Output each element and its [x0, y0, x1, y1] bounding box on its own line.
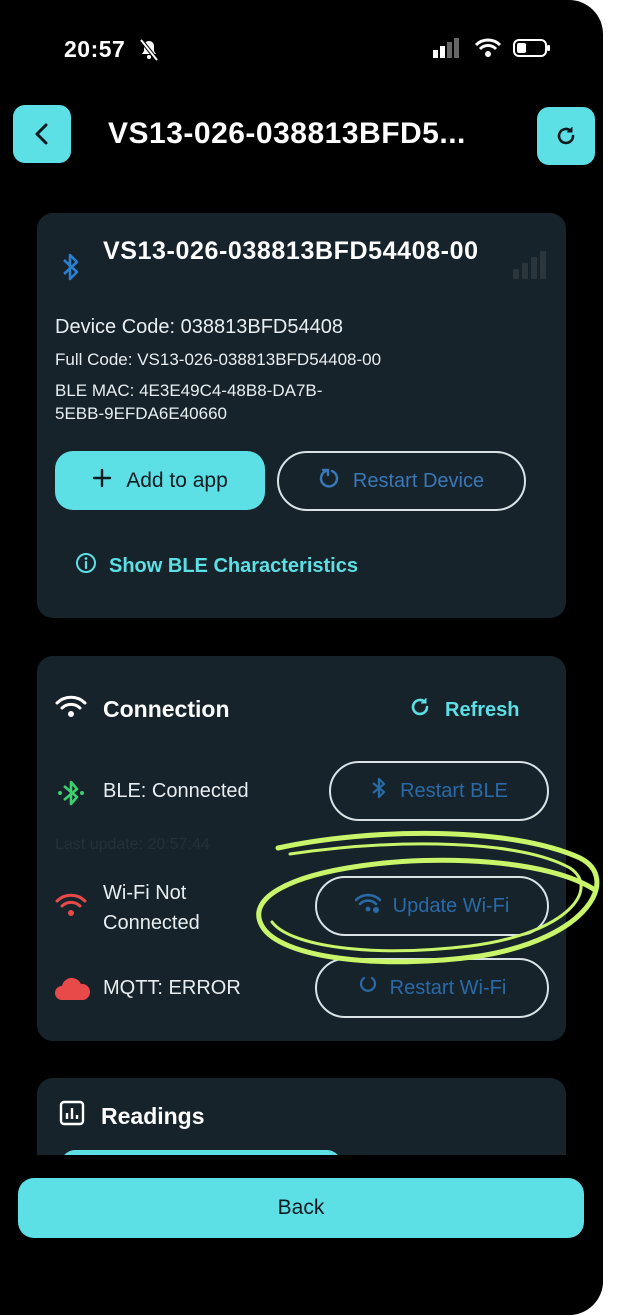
restart-wifi-label: Restart Wi-Fi	[389, 976, 507, 999]
status-time: 20:57	[64, 36, 126, 62]
restart-icon	[319, 467, 341, 495]
bluetooth-icon	[59, 251, 83, 288]
refresh-icon-button[interactable]	[537, 107, 595, 165]
signal-strength-icon	[511, 249, 549, 284]
connection-title: Connection	[103, 695, 230, 722]
chevron-left-icon	[35, 123, 48, 145]
cloud-error-icon	[53, 976, 91, 1007]
ble-status: BLE: Connected	[103, 780, 249, 802]
wifi-off-icon	[55, 892, 87, 923]
info-icon	[75, 552, 97, 580]
device-card: VS13-026-038813BFD54408-00 Device Code: …	[37, 213, 566, 618]
cellular-icon	[433, 38, 463, 63]
add-to-app-button[interactable]: Add to app	[55, 451, 265, 510]
wifi-status: Wi-Fi Not Connected	[103, 882, 200, 934]
connection-refresh-button[interactable]: Refresh	[409, 696, 519, 724]
restart-device-label: Restart Device	[352, 469, 485, 492]
back-button[interactable]: Back	[18, 1178, 584, 1238]
back-icon-button[interactable]	[13, 105, 71, 163]
bluetooth-icon	[370, 776, 388, 806]
top-bar: VS13-026-038813BFD5...	[0, 105, 603, 167]
refresh-label: Refresh	[445, 698, 520, 721]
show-ble-characteristics-link[interactable]: Show BLE Characteristics	[75, 552, 358, 580]
connection-header: Connection	[55, 694, 230, 724]
bluetooth-connected-icon	[57, 778, 85, 813]
status-icons	[433, 38, 551, 63]
page-title: VS13-026-038813BFD5...	[108, 117, 466, 150]
battery-icon	[513, 38, 551, 63]
full-code: Full Code: VS13-026-038813BFD54408-00	[55, 350, 382, 369]
back-label: Back	[277, 1196, 325, 1219]
plus-icon	[92, 468, 112, 494]
highlight-scribble	[256, 830, 600, 965]
restart-icon	[358, 975, 378, 1001]
readings-header: Readings	[59, 1100, 205, 1132]
restart-ble-button[interactable]: Restart BLE	[329, 761, 549, 821]
chart-icon	[59, 1100, 85, 1132]
wifi-status-icon	[474, 38, 502, 63]
readings-title: Readings	[101, 1102, 205, 1129]
phone-screen: 20:57 VS13-026-038813BFD5... VS13-026-03…	[0, 0, 603, 1315]
mqtt-status: MQTT: ERROR	[103, 977, 241, 999]
refresh-icon	[409, 696, 431, 724]
status-bar: 20:57	[0, 0, 603, 95]
ble-mac: BLE MAC: 4E3E49C4-48B8-DA7B-5EBB-9EFDA6E…	[55, 381, 323, 423]
show-ble-label: Show BLE Characteristics	[109, 554, 358, 577]
device-name: VS13-026-038813BFD54408-00	[103, 237, 479, 265]
restart-ble-label: Restart BLE	[400, 779, 508, 802]
last-update: Last update: 20:57:44	[55, 836, 210, 853]
wifi-icon	[55, 694, 87, 724]
add-to-app-label: Add to app	[126, 468, 228, 492]
device-code: Device Code: 038813BFD54408	[55, 316, 343, 338]
refresh-icon	[557, 127, 575, 145]
restart-device-button[interactable]: Restart Device	[277, 451, 526, 511]
bell-muted-icon	[138, 38, 160, 67]
